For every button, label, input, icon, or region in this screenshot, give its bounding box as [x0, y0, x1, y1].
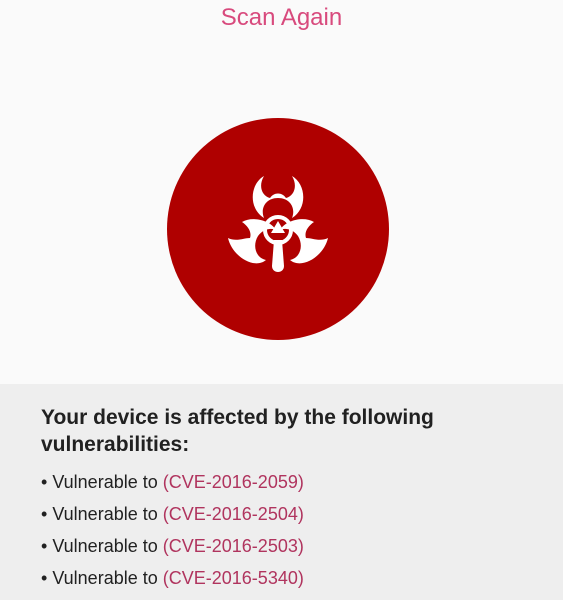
vulnerable-to-label: Vulnerable to	[52, 472, 158, 492]
cve-link[interactable]: (CVE-2016-5340)	[163, 568, 304, 588]
cve-link[interactable]: (CVE-2016-2504)	[163, 504, 304, 524]
bullet: •	[41, 504, 48, 524]
vulnerability-list: • Vulnerable to (CVE-2016-2059) • Vulner…	[41, 468, 304, 596]
bullet: •	[41, 472, 48, 492]
list-item: • Vulnerable to (CVE-2016-2504)	[41, 500, 304, 532]
vulnerable-to-label: Vulnerable to	[52, 504, 158, 524]
bullet: •	[41, 568, 48, 588]
cve-link[interactable]: (CVE-2016-2503)	[163, 536, 304, 556]
list-item: • Vulnerable to (CVE-2016-2503)	[41, 532, 304, 564]
vulnerable-to-label: Vulnerable to	[52, 536, 158, 556]
biohazard-icon	[228, 176, 328, 272]
list-item: • Vulnerable to (CVE-2016-2059)	[41, 468, 304, 500]
scan-status-panel: Scan Again	[0, 0, 563, 384]
bullet: •	[41, 536, 48, 556]
results-heading: Your device is affected by the following…	[41, 406, 434, 456]
infected-status-indicator	[167, 118, 389, 340]
app-screen: Scan Again Your device is affected by th…	[0, 0, 563, 600]
list-item: • Vulnerable to (CVE-2016-5340)	[41, 564, 304, 596]
vulnerable-to-label: Vulnerable to	[52, 568, 158, 588]
scan-again-button[interactable]: Scan Again	[0, 0, 563, 38]
cve-link[interactable]: (CVE-2016-2059)	[163, 472, 304, 492]
vulnerability-results-panel: Your device is affected by the following…	[0, 384, 563, 600]
